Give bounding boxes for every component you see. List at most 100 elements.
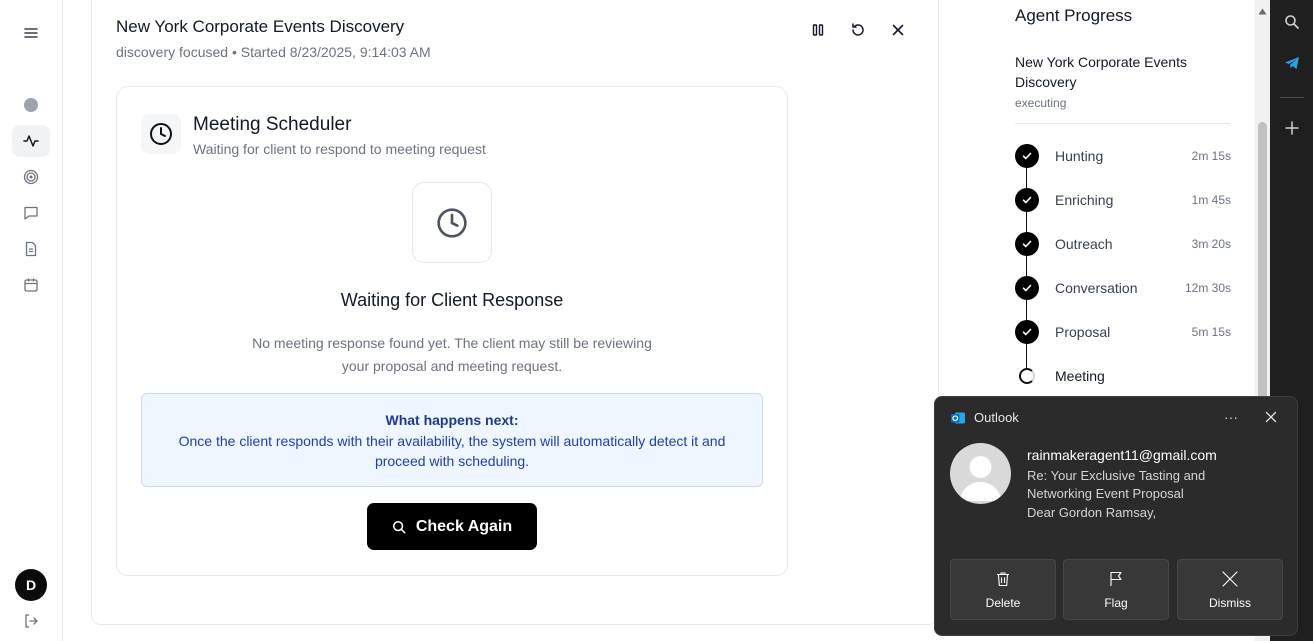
step-complete-indicator (1015, 188, 1039, 212)
nav-chat[interactable] (12, 197, 50, 229)
clock-icon (150, 123, 172, 145)
search-icon (1285, 15, 1299, 29)
toast-app-name: Outlook (974, 410, 1019, 425)
scroll-up-icon[interactable] (1258, 8, 1267, 15)
close-icon (1222, 570, 1238, 587)
pause-button[interactable] (808, 20, 828, 40)
nav-documents[interactable] (12, 233, 50, 265)
step-duration: 3m 20s (1191, 237, 1231, 251)
step-duration: 1m 45s (1191, 193, 1231, 207)
nav-targets[interactable] (12, 161, 50, 193)
search-icon (392, 520, 406, 533)
target-icon (23, 169, 39, 185)
check-icon (1022, 284, 1032, 292)
plus-icon (1285, 121, 1299, 135)
left-rail: D (0, 0, 63, 641)
scheduler-icon-box (141, 114, 181, 154)
sidebar-telegram-button[interactable] (1282, 53, 1302, 73)
step-complete-indicator (1015, 232, 1039, 256)
step-complete-indicator (1015, 320, 1039, 344)
user-avatar[interactable]: D (15, 569, 47, 601)
step-connector (1026, 300, 1027, 320)
close-icon (1265, 411, 1277, 423)
scheduler-subtitle: Waiting for client to respond to meeting… (193, 141, 486, 157)
info-title: What happens next: (385, 412, 519, 428)
step-complete-indicator (1015, 144, 1039, 168)
toast-sender: rainmakeragent11@gmail.com (1027, 447, 1217, 463)
page-subtitle: discovery focused • Started 8/23/2025, 9… (116, 44, 431, 60)
step-connector (1026, 256, 1027, 276)
toast-flag-button[interactable]: Flag (1063, 559, 1169, 620)
toast-delete-label: Delete (985, 595, 1021, 610)
step-label: Meeting (1055, 368, 1105, 384)
toast-subject-line2: Networking Event Proposal (1027, 486, 1184, 501)
info-text: Once the client responds with their avai… (178, 433, 726, 469)
menu-icon (24, 28, 38, 38)
close-icon (892, 24, 904, 36)
telegram-icon (1285, 57, 1299, 69)
nav-activity[interactable] (12, 125, 50, 157)
check-again-button[interactable]: Check Again (367, 503, 537, 550)
refresh-icon (852, 23, 864, 36)
toast-close-button[interactable] (1262, 408, 1280, 426)
pause-icon (812, 24, 824, 36)
sender-avatar (950, 443, 1011, 504)
document-icon (25, 241, 37, 257)
toast-preview: Dear Gordon Ramsay, (1027, 505, 1157, 520)
check-icon (1022, 196, 1032, 204)
refresh-button[interactable] (848, 20, 868, 40)
outlook-icon (951, 412, 965, 424)
sidebar-divider (1280, 97, 1304, 98)
sidebar-add-button[interactable] (1282, 118, 1302, 138)
logout-button[interactable] (12, 605, 50, 637)
page-title: New York Corporate Events Discovery (116, 17, 405, 36)
step-duration: 2m 15s (1191, 149, 1231, 163)
waiting-description: No meeting response found yet. The clien… (252, 335, 652, 374)
waiting-title: Waiting for Client Response (340, 290, 564, 310)
step-label: Outreach (1055, 236, 1113, 252)
progress-status: executing (1015, 96, 1067, 110)
check-icon (1022, 328, 1032, 336)
sidebar-search-button[interactable] (1282, 12, 1302, 32)
chat-icon (24, 206, 38, 220)
scrollbar-thumb[interactable] (1258, 122, 1267, 402)
person-icon (959, 456, 1002, 501)
progress-title: Agent Progress (1015, 6, 1133, 25)
check-icon (1022, 152, 1032, 160)
nav-calendar[interactable] (12, 269, 50, 301)
logout-icon (25, 614, 38, 628)
step-duration: 5m 15s (1191, 325, 1231, 339)
outlook-notification[interactable]: Outlook ··· rainmakeragent11@gmail.com R… (934, 396, 1298, 636)
step-complete-indicator (1015, 276, 1039, 300)
step-label: Hunting (1055, 148, 1104, 164)
status-dot-icon (24, 98, 38, 112)
nav-status[interactable] (12, 89, 50, 121)
menu-button[interactable] (12, 17, 50, 49)
trash-icon (997, 571, 1009, 586)
step-duration: 12m 30s (1184, 281, 1231, 295)
waiting-clock-box (412, 182, 492, 263)
toast-subject-line1: Re: Your Exclusive Tasting and (1027, 468, 1206, 483)
check-icon (1022, 240, 1032, 248)
step-connector (1026, 212, 1027, 232)
step-connector (1026, 168, 1027, 188)
toast-delete-button[interactable]: Delete (950, 559, 1056, 620)
clock-icon (437, 207, 467, 238)
toast-dismiss-label: Dismiss (1209, 595, 1251, 610)
toast-flag-label: Flag (1104, 595, 1128, 610)
step-label: Proposal (1055, 324, 1111, 340)
scheduler-title: Meeting Scheduler (193, 114, 352, 135)
next-steps-info: What happens next: Once the client respo… (141, 393, 763, 487)
toast-dismiss-button[interactable]: Dismiss (1177, 559, 1283, 620)
check-again-label: Check Again (415, 517, 513, 535)
toast-more-button[interactable]: ··· (1221, 409, 1241, 427)
step-label: Conversation (1055, 280, 1138, 296)
close-button[interactable] (888, 20, 908, 40)
calendar-icon (24, 278, 38, 292)
activity-icon (23, 135, 39, 147)
progress-task-name: New York Corporate Events Discovery (1015, 54, 1187, 90)
step-connector (1026, 344, 1027, 368)
progress-divider (1015, 123, 1230, 124)
step-label: Enriching (1055, 192, 1114, 208)
flag-icon (1110, 571, 1122, 586)
